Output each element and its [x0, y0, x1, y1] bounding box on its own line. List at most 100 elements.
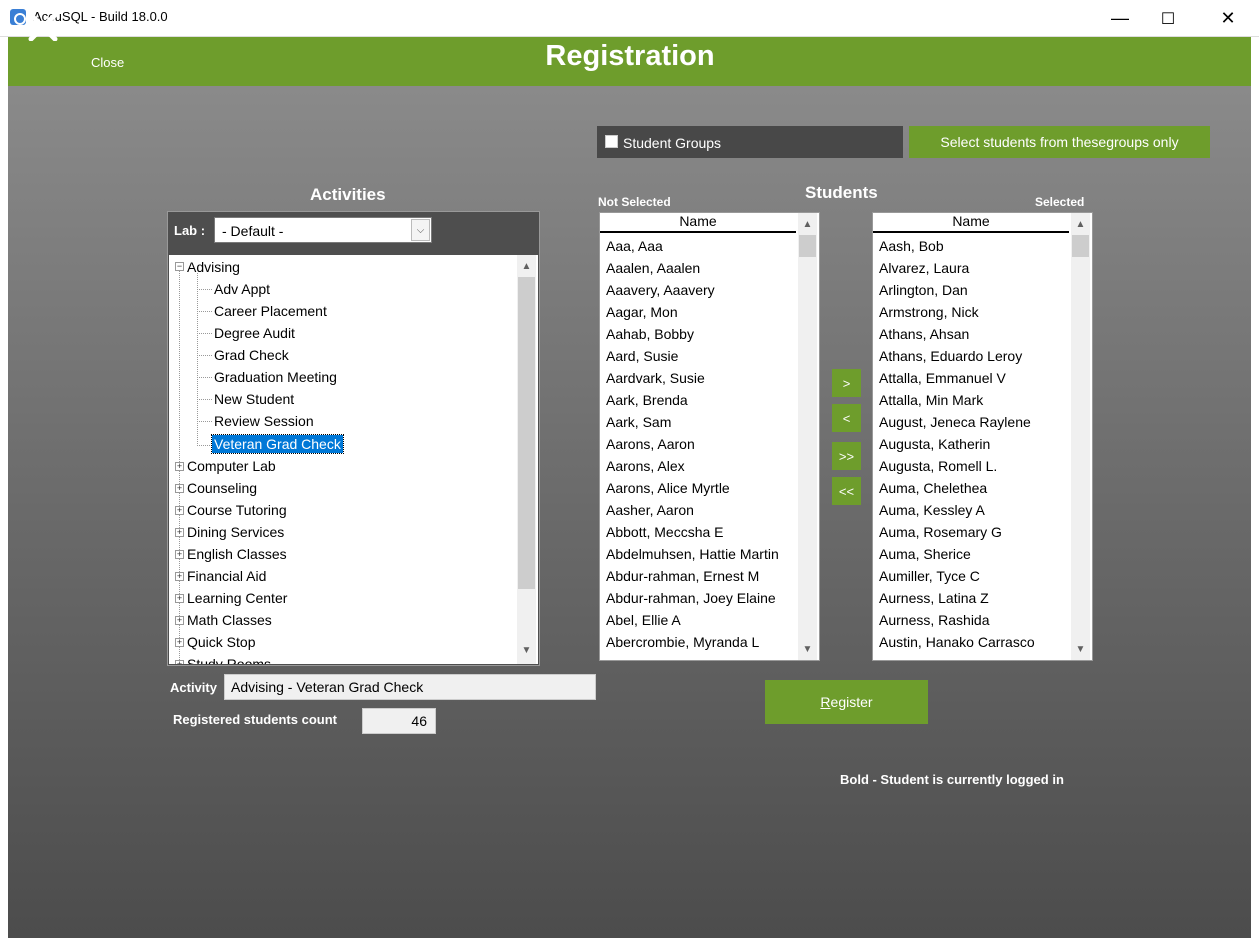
student-list-item[interactable]: Aard, Susie [606, 348, 678, 364]
remove-all-button[interactable]: << [832, 477, 861, 505]
student-list-item[interactable]: Attalla, Min Mark [879, 392, 983, 408]
student-list-item[interactable]: Aurness, Rashida [879, 612, 990, 628]
scroll-down-icon[interactable]: ▼ [518, 645, 535, 656]
student-list-item[interactable]: Attalla, Emmanuel V [879, 370, 1006, 386]
student-list-item[interactable]: Athans, Ahsan [879, 326, 969, 342]
remove-student-button[interactable]: < [832, 404, 861, 432]
tree-node-advising[interactable]: Advising [187, 258, 240, 276]
tree-node[interactable]: Math Classes [187, 611, 272, 629]
student-list-item[interactable]: Aaalen, Aaalen [606, 260, 700, 276]
scroll-down-icon[interactable]: ▼ [799, 644, 816, 655]
student-list-item[interactable]: Auma, Rosemary G [879, 524, 1002, 540]
close-icon[interactable] [28, 13, 58, 41]
student-list-item[interactable]: Aark, Brenda [606, 392, 688, 408]
tree-leaf[interactable]: Graduation Meeting [214, 368, 337, 386]
student-list-item[interactable]: Austin, Hanako Carrasco [879, 634, 1035, 650]
expand-icon[interactable]: + [175, 484, 184, 493]
registered-count-field[interactable]: 46 [362, 708, 436, 734]
tree-node[interactable]: Quick Stop [187, 633, 255, 651]
tree-leaf-selected[interactable]: Veteran Grad Check [211, 434, 344, 454]
tree-node[interactable]: Counseling [187, 479, 257, 497]
student-list-item[interactable]: Aarons, Aaron [606, 436, 695, 452]
student-list-item[interactable]: Athans, Eduardo Leroy [879, 348, 1022, 364]
scroll-down-icon[interactable]: ▼ [1072, 644, 1089, 655]
activity-field[interactable]: Advising - Veteran Grad Check [224, 674, 596, 700]
tree-node[interactable]: Financial Aid [187, 567, 266, 585]
student-list-item[interactable]: Aardvark, Susie [606, 370, 705, 386]
student-list-item[interactable]: Alvarez, Laura [879, 260, 969, 276]
list-scrollbar[interactable] [1071, 213, 1090, 660]
student-list-item[interactable]: August, Jeneca Raylene [879, 414, 1031, 430]
name-column-header[interactable]: Name [600, 213, 796, 233]
not-selected-list[interactable]: Name ▲ ▼ Aaa, Aaa Aaalen, Aaalen Aaavery, … [599, 212, 820, 661]
student-list-item[interactable]: Abercrombie, Myranda L [606, 634, 759, 650]
expand-icon[interactable]: + [175, 616, 184, 625]
student-list-item[interactable]: Abdur-rahman, Ernest M [606, 568, 759, 584]
tree-node[interactable]: Study Rooms [187, 655, 271, 664]
student-list-item[interactable]: Aumiller, Tyce C [879, 568, 980, 584]
expand-icon[interactable]: + [175, 528, 184, 537]
student-list-item[interactable]: Aasher, Aaron [606, 502, 694, 518]
expand-icon[interactable]: + [175, 638, 184, 647]
expand-icon[interactable]: + [175, 506, 184, 515]
student-list-item[interactable]: Aarons, Alice Myrtle [606, 480, 730, 496]
student-list-item[interactable]: Augusta, Romell L. [879, 458, 997, 474]
list-scroll-thumb[interactable] [799, 235, 816, 257]
tree-node[interactable]: Course Tutoring [187, 501, 287, 519]
tree-scroll-thumb[interactable] [518, 277, 535, 589]
tree-node[interactable]: Computer Lab [187, 457, 276, 475]
tree-leaf[interactable]: Adv Appt [214, 280, 270, 298]
student-list-item[interactable]: Abdur-rahman, Joey Elaine [606, 590, 776, 606]
student-list-item[interactable]: Aaa, Aaa [606, 238, 663, 254]
student-list-item[interactable]: Aash, Bob [879, 238, 944, 254]
scroll-up-icon[interactable]: ▲ [1072, 219, 1089, 230]
student-list-item[interactable]: Aarons, Alex [606, 458, 685, 474]
expand-icon[interactable]: + [175, 572, 184, 581]
scroll-up-icon[interactable]: ▲ [518, 261, 535, 272]
tree-leaf[interactable]: Career Placement [214, 302, 327, 320]
student-list-item[interactable]: Abel, Ellie A [606, 612, 681, 628]
name-column-header[interactable]: Name [873, 213, 1069, 233]
student-list-item[interactable]: Aagar, Mon [606, 304, 678, 320]
student-groups-label[interactable]: Student Groups [623, 135, 721, 151]
close-label[interactable]: Close [91, 55, 124, 70]
tree-node[interactable]: English Classes [187, 545, 287, 563]
expand-icon[interactable]: + [175, 594, 184, 603]
student-list-item[interactable]: Augusta, Katherin [879, 436, 990, 452]
tree-leaf[interactable]: Grad Check [214, 346, 289, 364]
expand-icon[interactable]: + [175, 462, 184, 471]
add-student-button[interactable]: > [832, 369, 861, 397]
student-list-item[interactable]: Auma, Kessley A [879, 502, 985, 518]
add-all-button[interactable]: >> [832, 442, 861, 470]
tree-node[interactable]: Learning Center [187, 589, 287, 607]
activity-tree[interactable]: − Advising Adv Appt Career Placement Deg… [169, 255, 538, 664]
selected-list[interactable]: Name ▲ ▼ Aash, Bob Alvarez, Laura Arlingto… [872, 212, 1093, 661]
student-list-item[interactable]: Arlington, Dan [879, 282, 968, 298]
student-list-item[interactable]: Aaavery, Aaavery [606, 282, 715, 298]
list-scrollbar[interactable] [798, 213, 817, 660]
tree-node[interactable]: Dining Services [187, 523, 284, 541]
student-groups-checkbox[interactable] [605, 135, 618, 148]
student-list-item[interactable]: Auma, Sherice [879, 546, 971, 562]
scroll-up-icon[interactable]: ▲ [799, 219, 816, 230]
student-list-item[interactable]: Aurness, Latina Z [879, 590, 989, 606]
student-list-item[interactable]: Abdelmuhsen, Hattie Martin [606, 546, 779, 562]
select-groups-button[interactable]: Select students from these g roups only [909, 126, 1210, 158]
tree-leaf[interactable]: Review Session [214, 412, 314, 430]
list-scroll-thumb[interactable] [1072, 235, 1089, 257]
student-list-item[interactable]: Aark, Sam [606, 414, 671, 430]
expand-icon[interactable]: + [175, 550, 184, 559]
student-list-item[interactable]: Abbott, Meccsha E [606, 524, 724, 540]
student-list-item[interactable]: Auma, Chelethea [879, 480, 987, 496]
window-close-button[interactable]: ✕ [1205, 0, 1251, 37]
student-list-item[interactable]: Aahab, Bobby [606, 326, 694, 342]
expand-icon[interactable]: + [175, 660, 184, 664]
collapse-icon[interactable]: − [175, 262, 184, 271]
register-button[interactable]: Register [765, 680, 928, 724]
student-list-item[interactable]: Armstrong, Nick [879, 304, 979, 320]
maximize-button[interactable]: ☐ [1145, 0, 1191, 37]
tree-leaf[interactable]: Degree Audit [214, 324, 295, 342]
minimize-button[interactable]: — [1097, 0, 1143, 37]
chevron-down-icon[interactable]: ⌵ [411, 219, 430, 241]
tree-leaf[interactable]: New Student [214, 390, 294, 408]
